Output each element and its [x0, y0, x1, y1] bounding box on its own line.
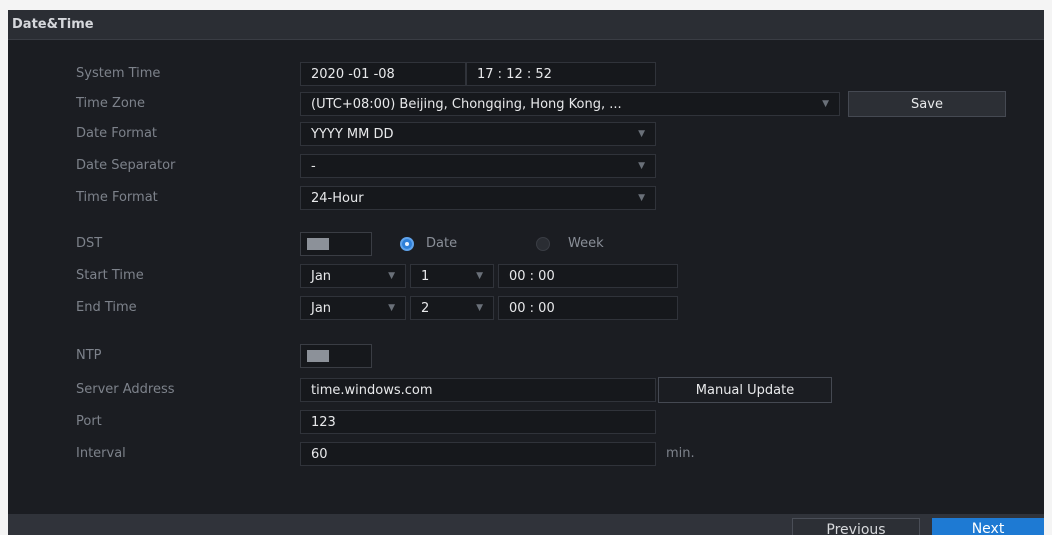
date-separator-select[interactable]: - ▼: [300, 154, 656, 178]
time-format-label: Time Format: [76, 190, 158, 205]
interval-unit: min.: [666, 446, 695, 461]
server-address-input[interactable]: time.windows.com: [300, 378, 656, 402]
chevron-down-icon: ▼: [638, 161, 645, 171]
start-month-value: Jan: [311, 269, 332, 284]
next-button[interactable]: Next: [932, 518, 1044, 535]
chevron-down-icon: ▼: [822, 99, 829, 109]
server-address-label: Server Address: [76, 382, 175, 397]
end-time-label: End Time: [76, 300, 137, 315]
interval-label: Interval: [76, 446, 126, 461]
end-month-select[interactable]: Jan ▼: [300, 296, 406, 320]
panel-title: Date&Time: [12, 17, 94, 32]
chevron-down-icon: ▼: [388, 271, 395, 281]
end-day-value: 2: [421, 301, 430, 316]
toggle-knob: [307, 238, 329, 250]
date-separator-value: -: [311, 159, 316, 174]
end-time-input[interactable]: 00 : 00: [498, 296, 678, 320]
port-input[interactable]: 123: [300, 410, 656, 434]
chevron-down-icon: ▼: [388, 303, 395, 313]
chevron-down-icon: ▼: [638, 129, 645, 139]
dst-toggle[interactable]: [300, 232, 372, 256]
start-time-input[interactable]: 00 : 00: [498, 264, 678, 288]
title-bar: Date&Time: [8, 10, 1044, 40]
date-format-label: Date Format: [76, 126, 158, 141]
end-day-select[interactable]: 2 ▼: [410, 296, 494, 320]
start-month-select[interactable]: Jan ▼: [300, 264, 406, 288]
save-button[interactable]: Save: [848, 91, 1006, 117]
ntp-label: NTP: [76, 348, 102, 363]
previous-button[interactable]: Previous: [792, 518, 920, 535]
time-zone-label: Time Zone: [76, 96, 146, 111]
date-time-window: Date&Time System Time 2020 -01 -08 17 : …: [8, 10, 1044, 535]
end-month-value: Jan: [311, 301, 332, 316]
ntp-toggle[interactable]: [300, 344, 372, 368]
dst-week-radio[interactable]: [536, 237, 550, 251]
date-format-select[interactable]: YYYY MM DD ▼: [300, 122, 656, 146]
toggle-knob: [307, 350, 329, 362]
dst-date-radio[interactable]: [400, 237, 414, 251]
chevron-down-icon: ▼: [476, 271, 483, 281]
port-label: Port: [76, 414, 102, 429]
start-day-value: 1: [421, 269, 430, 284]
time-format-select[interactable]: 24-Hour ▼: [300, 186, 656, 210]
manual-update-button[interactable]: Manual Update: [658, 377, 832, 403]
time-format-value: 24-Hour: [311, 191, 364, 206]
start-time-label: Start Time: [76, 268, 144, 283]
date-separator-label: Date Separator: [76, 158, 176, 173]
interval-input[interactable]: 60: [300, 442, 656, 466]
dst-label: DST: [76, 236, 103, 251]
system-time-label: System Time: [76, 66, 161, 81]
dst-date-label: Date: [426, 236, 458, 251]
system-time-time-input[interactable]: 17 : 12 : 52: [466, 62, 656, 86]
dst-week-label: Week: [568, 236, 604, 251]
time-zone-value: (UTC+08:00) Beijing, Chongqing, Hong Kon…: [311, 97, 622, 112]
start-day-select[interactable]: 1 ▼: [410, 264, 494, 288]
date-format-value: YYYY MM DD: [311, 127, 394, 142]
chevron-down-icon: ▼: [638, 193, 645, 203]
chevron-down-icon: ▼: [476, 303, 483, 313]
time-zone-select[interactable]: (UTC+08:00) Beijing, Chongqing, Hong Kon…: [300, 92, 840, 116]
system-time-date-input[interactable]: 2020 -01 -08: [300, 62, 466, 86]
